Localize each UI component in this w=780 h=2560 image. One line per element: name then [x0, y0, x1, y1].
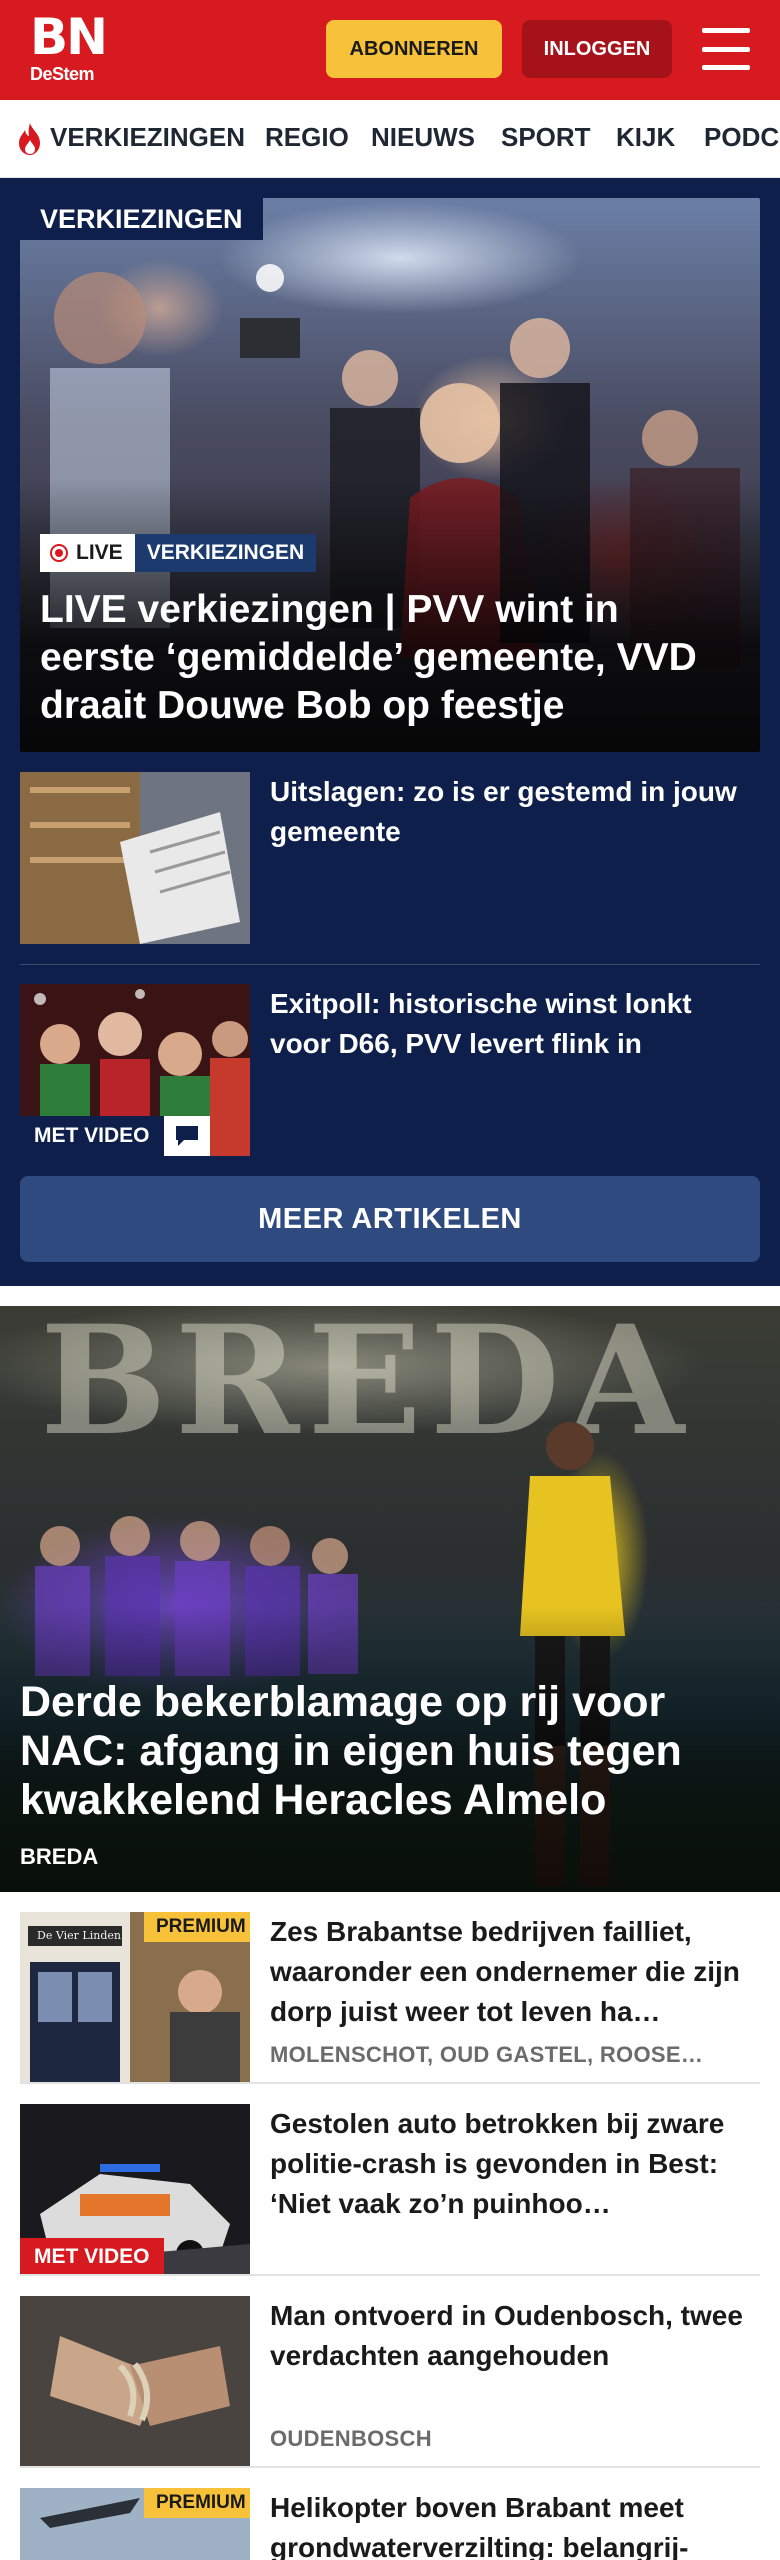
nav-item-verkiezingen[interactable]: VERKIEZINGEN [50, 122, 245, 153]
divider [20, 2466, 760, 2468]
thumbnail-image [20, 2296, 250, 2468]
nav-item-nieuws[interactable]: NIEUWS [371, 122, 475, 153]
article-title[interactable]: Uitslagen: zo is er gestemd in jouw geme… [270, 772, 760, 852]
video-badge: MET VIDEO [20, 2238, 164, 2276]
nav-item-podcasts[interactable]: PODC [704, 122, 779, 153]
nav-item-kijk[interactable]: KIJK [616, 122, 675, 153]
live-label: LIVE [76, 541, 123, 564]
subscribe-button[interactable]: ABONNEREN [326, 20, 502, 78]
flame-icon [19, 123, 40, 155]
video-badge: MET VIDEO [20, 1116, 210, 1156]
list-item[interactable]: Uitslagen: zo is er gestemd in jouw geme… [20, 772, 760, 944]
list-item[interactable]: MET VIDEO Gestolen auto betrokken bij zw… [20, 2104, 760, 2276]
list-item[interactable]: Man ontvoerd in Oudenbosch, twee verdach… [20, 2296, 760, 2468]
article-title[interactable]: Exitpoll: historische winst lonkt voor D… [270, 984, 760, 1064]
more-articles-button[interactable]: MEER ARTIKELEN [20, 1176, 760, 1262]
site-logo[interactable]: BN DeStem [30, 12, 110, 86]
list-item[interactable]: MET VIDEO Exitpoll: historische winst lo… [20, 984, 760, 1156]
divider [20, 2274, 760, 2276]
article-location: MOLENSCHOT, OUD GASTEL, ROOSE… [270, 2042, 704, 2067]
thumbnail-image [20, 772, 250, 944]
premium-badge: PREMIUM [144, 1912, 250, 1942]
logo-main: BN [30, 8, 108, 66]
nav-item-regio[interactable]: REGIO [265, 122, 349, 153]
hero-title[interactable]: LIVE verkiezingen | PVV wint in eerste ‘… [40, 586, 740, 730]
feature-article[interactable]: BREDA Derde bekerblamage op rij voor NAC… [0, 1306, 780, 1892]
article-thumbnail [20, 2296, 250, 2468]
article-title[interactable]: Zes Brabantse bedrijven failliet, waaron… [270, 1912, 750, 2032]
feature-title[interactable]: Derde bekerblamage op rij voor NAC: afga… [20, 1678, 760, 1825]
menu-line [702, 28, 750, 33]
shop-sign: De Vier Linden [37, 1929, 121, 1942]
divider [20, 2082, 760, 2084]
list-item[interactable]: PREMIUM Helikopter boven Brabant meet gr… [20, 2488, 760, 2560]
feature-location: BREDA [20, 1844, 99, 1869]
section-label[interactable]: VERKIEZINGEN [20, 198, 263, 240]
live-badge: LIVE [40, 534, 135, 572]
divider [20, 964, 760, 965]
article-location: OUDENBOSCH [270, 2426, 432, 2451]
menu-line [702, 65, 750, 70]
comment-icon [163, 1116, 210, 1156]
article-thumbnail: MET VIDEO [20, 2104, 250, 2276]
hero-category: VERKIEZINGEN [134, 534, 317, 572]
hero-article[interactable]: VERKIEZINGEN LIVE VERKIEZINGEN LIVE verk… [20, 198, 760, 752]
login-button[interactable]: INLOGGEN [522, 20, 672, 78]
article-title[interactable]: Man ontvoerd in Oudenbosch, twee verdach… [270, 2296, 750, 2416]
top-header: BN DeStem ABONNEREN INLOGGEN [0, 0, 780, 100]
list-item[interactable]: De Vier Linden PREMIUM Zes Brabantse bed… [20, 1912, 760, 2084]
live-badges: LIVE VERKIEZINGEN [40, 534, 317, 572]
nav-item-sport[interactable]: SPORT [501, 122, 591, 153]
hamburger-menu-icon[interactable] [700, 26, 752, 72]
section-nav: VERKIEZINGEN REGIO NIEUWS SPORT KIJK POD… [0, 100, 780, 178]
premium-badge: PREMIUM [144, 2488, 250, 2518]
article-title[interactable]: Gestolen auto betrokken bij zware politi… [270, 2104, 750, 2224]
video-badge-label: MET VIDEO [20, 1116, 164, 1156]
logo-sub: DeStem [30, 64, 95, 84]
menu-line [702, 46, 750, 52]
article-title[interactable]: Helikopter boven Brabant meet grondwater… [270, 2488, 750, 2560]
article-thumbnail [20, 772, 250, 944]
elections-section: VERKIEZINGEN LIVE VERKIEZINGEN LIVE verk… [0, 178, 780, 1286]
live-dot-icon [50, 544, 68, 562]
